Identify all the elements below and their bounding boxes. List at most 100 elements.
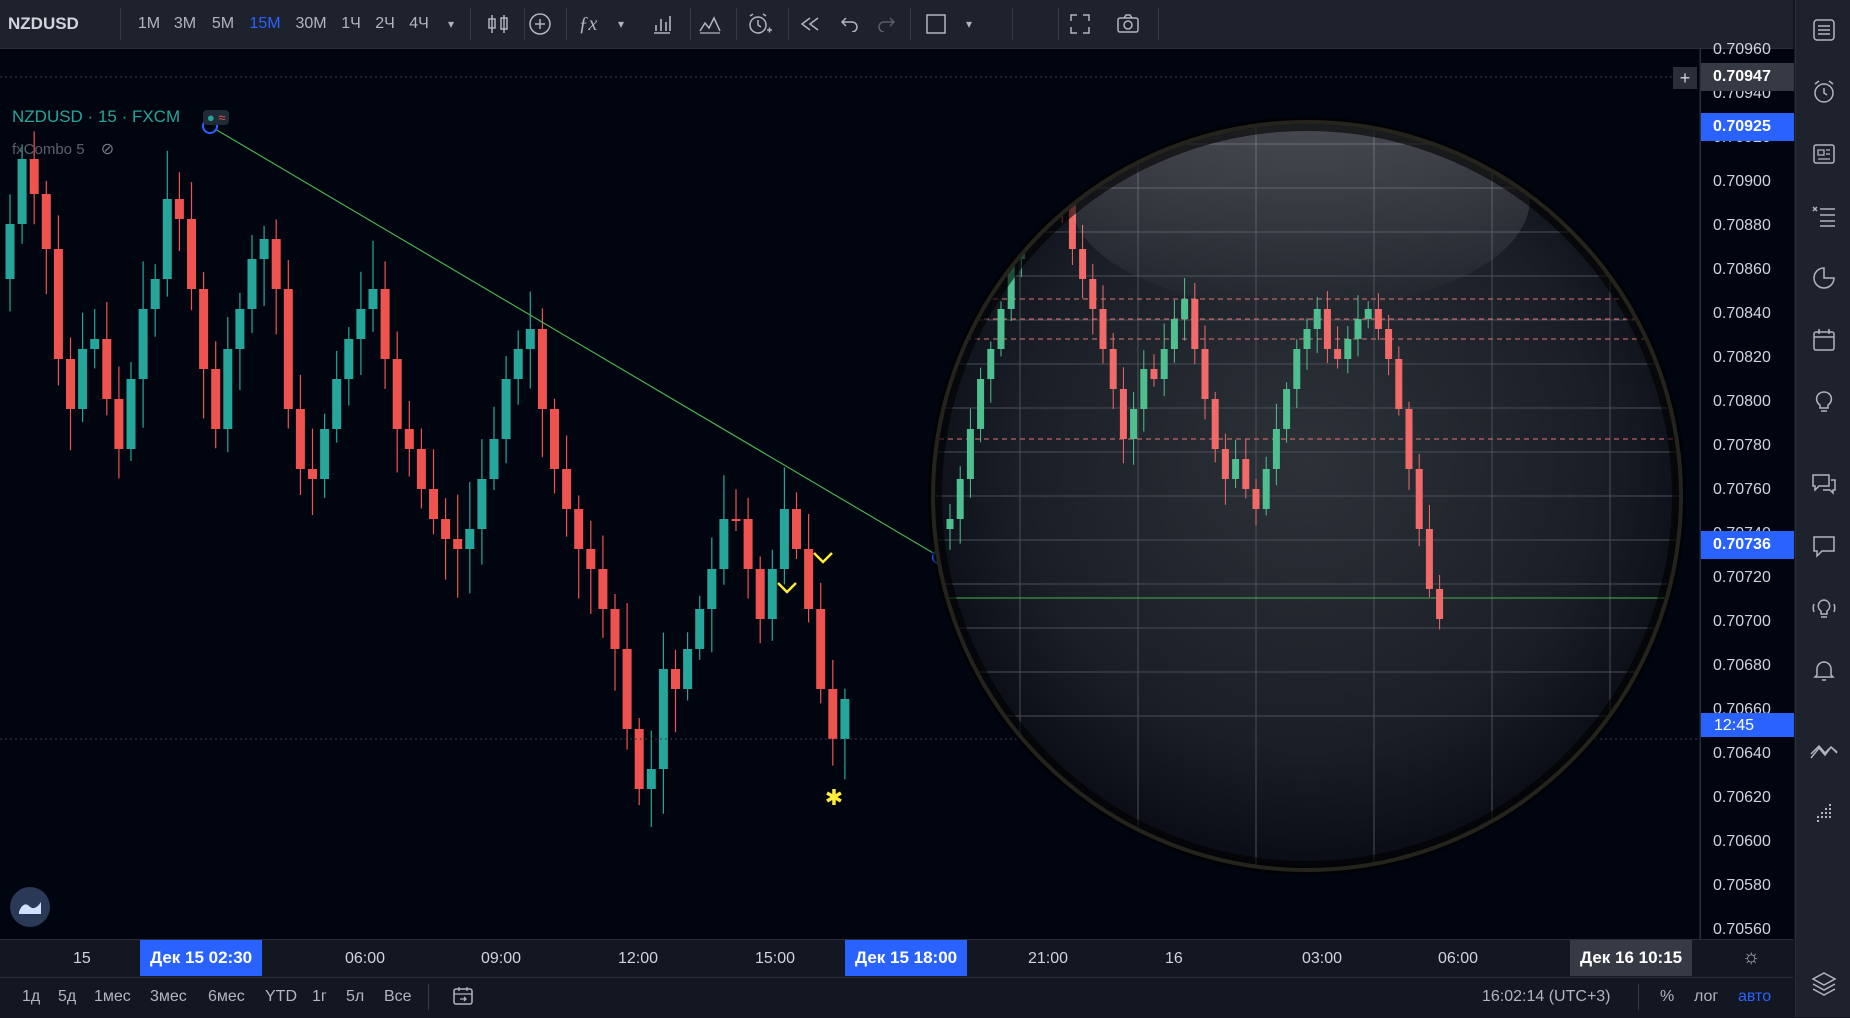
lens-candle-body [1303,329,1311,349]
streams-lightbulb-icon[interactable] [1808,592,1840,624]
legend-status-badge[interactable]: ● ≈ [202,110,230,125]
eye-hidden-icon[interactable]: ⊘ [101,141,114,158]
candle-body [90,339,100,349]
ideas-bulb-icon[interactable] [1808,386,1840,418]
lens-candle-body [1181,299,1189,319]
chart-pane[interactable]: ✱ NZDUSD · 15 · FXCM ● ≈ fxCombo 5 ⊘ + [0,49,1700,939]
log-scale-toggle[interactable]: лог [1694,988,1718,1006]
axis-settings-gear-icon[interactable]: ☼ [1742,946,1760,969]
chevron-down-icon[interactable]: ▾ [956,0,982,48]
interval-30m-button[interactable]: 30M [290,0,332,48]
range-6m-button[interactable]: 6мес [208,988,245,1006]
toolbar-divider [1158,8,1159,40]
fullscreen-icon[interactable] [1058,0,1102,48]
time-tick-label: 06:00 [1438,950,1479,967]
price-tick-label: 0.70800 [1713,393,1771,410]
data-window-icon[interactable] [1808,200,1840,232]
interval-2h-button[interactable]: 2Ч [370,0,400,48]
candle-body [211,369,221,429]
chat-bubble-icon[interactable] [1808,530,1840,562]
chart-type-candles-icon[interactable] [478,0,518,48]
auto-scale-toggle[interactable]: авто [1738,988,1771,1006]
lens-candle-body [1038,189,1046,209]
hotlist-pie-icon[interactable] [1808,262,1840,294]
notifications-bell-icon[interactable] [1808,654,1840,686]
add-price-plus-button[interactable]: + [1673,67,1697,89]
right-sidebar [1795,0,1850,1017]
time-tick-label: 15:00 [755,950,796,967]
candle-body [537,329,547,409]
alarm-clock-icon[interactable] [1808,76,1840,108]
redo-icon[interactable] [866,0,906,48]
news-icon[interactable] [1808,138,1840,170]
price-tick-label: 0.70680 [1713,657,1771,674]
watchlist-icon[interactable] [1808,14,1840,46]
candle-body [513,349,523,379]
percent-scale-toggle[interactable]: % [1660,988,1674,1006]
lens-candle-body [997,309,1005,349]
snapshot-camera-icon[interactable] [1106,0,1150,48]
lens-candle-body [977,379,985,429]
candlestick-chart[interactable]: ✱ [0,49,1700,939]
interval-15m-button[interactable]: 15M [244,0,286,48]
chevron-down-icon[interactable]: ▾ [608,0,634,48]
range-5y-button[interactable]: 5л [346,988,364,1006]
price-axis[interactable]: 0.709600.709400.709200.709000.708800.708… [1700,41,1794,939]
compare-add-icon[interactable] [520,0,560,48]
range-all-button[interactable]: Все [384,988,412,1006]
indicators-fx-icon[interactable]: ƒx [568,0,608,48]
lens-candle-body [1170,319,1178,349]
interval-4h-button[interactable]: 4Ч [404,0,434,48]
lens-candle-body [1160,349,1168,379]
range-1m-button[interactable]: 1мес [94,988,131,1006]
symbol-legend[interactable]: NZDUSD · 15 · FXCM ● ≈ [12,107,230,127]
tradingview-logo-icon[interactable] [10,887,50,927]
chats-icon[interactable] [1808,468,1840,500]
range-1d-button[interactable]: 1д [22,988,40,1006]
interval-3m-button[interactable]: 3M [168,0,202,48]
range-3m-button[interactable]: 3мес [150,988,187,1006]
go-to-date-icon[interactable] [452,986,474,1011]
symbol-search-button[interactable]: NZDUSD [8,0,98,48]
lens-candle-body [1374,309,1382,329]
time-tick-label: 12:00 [618,950,659,967]
lens-candle-body [1221,449,1229,479]
time-tick-label: 15 [73,950,91,967]
price-tick-label: 0.70620 [1713,789,1771,806]
interval-1m-button[interactable]: 1M [132,0,166,48]
time-badge-mid: Дек 15 18:00 [845,940,968,976]
lens-candle-body [1211,399,1219,449]
lens-candle-body [1150,369,1158,379]
lens-candle-body [1099,309,1107,349]
indicator-legend[interactable]: fxCombo 5 ⊘ [12,139,114,159]
candle-body [441,519,451,539]
line-price-badge: 0.70736 [1701,531,1794,559]
range-1y-button[interactable]: 1г [312,988,327,1006]
candle-body [453,539,463,549]
interval-5m-button[interactable]: 5M [206,0,240,48]
interval-1h-button[interactable]: 1Ч [336,0,366,48]
range-5d-button[interactable]: 5д [58,988,76,1006]
time-axis[interactable]: 15 06:00 09:00 12:00 15:00 21:00 16 03:00 06:00 … [0,939,1793,978]
trading-panel-icon[interactable] [1808,736,1840,768]
lens-candle-body [1089,279,1097,309]
candle-body [17,159,27,224]
candle-body [66,359,75,409]
layers-icon[interactable] [1808,968,1840,1000]
calendar-icon[interactable] [1808,324,1840,356]
range-ytd-button[interactable]: YTD [265,988,297,1006]
financials-bars-icon[interactable] [642,0,682,48]
candle-body [126,379,136,449]
candle-body [828,689,838,739]
alert-add-icon[interactable] [738,0,782,48]
layout-square-icon[interactable] [916,0,956,48]
templates-icon[interactable] [690,0,730,48]
object-tree-icon[interactable] [1808,798,1840,830]
replay-rewind-icon[interactable] [790,0,830,48]
chevron-down-icon[interactable]: ▾ [438,0,464,48]
lens-candle-body [1191,299,1199,349]
clock-timezone-button[interactable]: 16:02:14 (UTC+3) [1482,988,1611,1006]
price-tick-label: 0.70560 [1713,921,1771,938]
trend-line[interactable] [209,125,941,558]
undo-icon[interactable] [830,0,870,48]
